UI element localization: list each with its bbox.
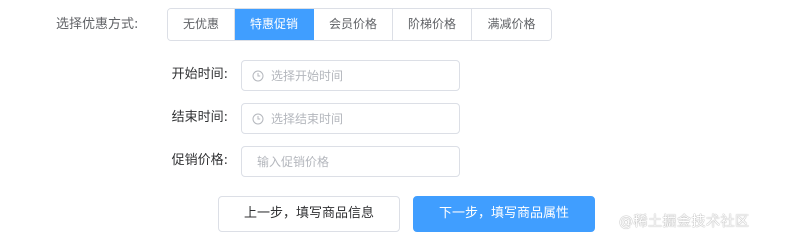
site-watermark: @稀土掘金技术社区: [619, 214, 750, 230]
discount-option-none[interactable]: 无优惠: [168, 9, 235, 40]
start-time-label: 开始时间:: [171, 67, 228, 82]
end-time-placeholder: 选择结束时间: [271, 112, 344, 126]
discount-option-tiered-price[interactable]: 阶梯价格: [393, 9, 472, 40]
promo-price-input[interactable]: 输入促销价格: [241, 146, 460, 177]
clock-icon: [252, 113, 264, 125]
prev-step-button[interactable]: 上一步，填写商品信息: [218, 196, 400, 232]
next-step-button[interactable]: 下一步，填写商品属性: [413, 196, 595, 232]
discount-method-selector: 无优惠 特惠促销 会员价格 阶梯价格 满减价格: [167, 8, 552, 41]
promo-price-placeholder: 输入促销价格: [257, 155, 330, 169]
promotion-form-page: 选择优惠方式: 无优惠 特惠促销 会员价格 阶梯价格 满减价格 开始时间: 选择…: [0, 0, 785, 243]
clock-icon: [252, 70, 264, 82]
discount-option-member-price[interactable]: 会员价格: [314, 9, 393, 40]
end-time-picker[interactable]: 选择结束时间: [241, 103, 460, 134]
start-time-picker[interactable]: 选择开始时间: [241, 60, 460, 91]
promo-price-label: 促销价格:: [171, 153, 228, 168]
discount-method-label: 选择优惠方式:: [56, 17, 139, 32]
discount-option-special-promotion[interactable]: 特惠促销: [235, 9, 314, 40]
start-time-placeholder: 选择开始时间: [271, 69, 344, 83]
end-time-label: 结束时间:: [171, 110, 228, 125]
discount-option-full-reduction[interactable]: 满减价格: [472, 9, 551, 40]
